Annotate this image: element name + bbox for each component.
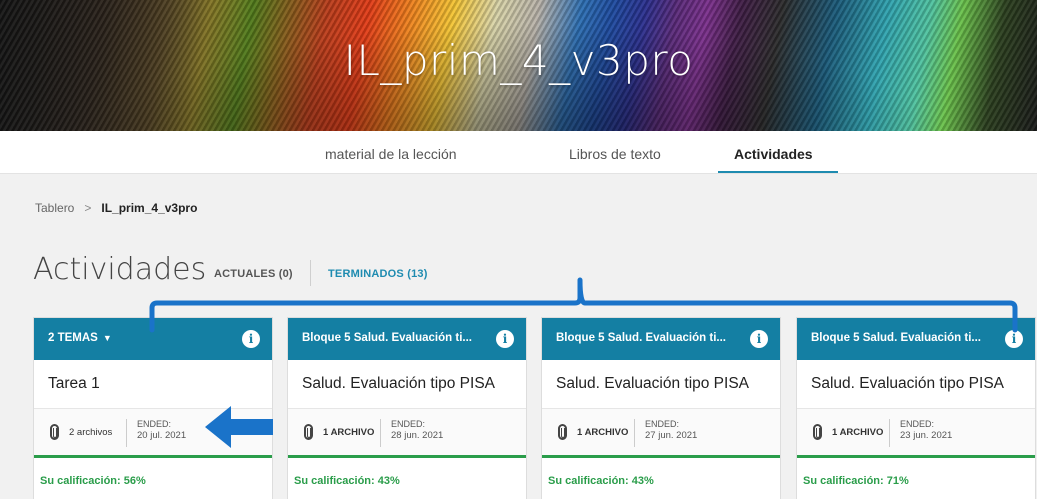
- meta-divider: [634, 419, 635, 447]
- grade-bar: [797, 455, 1035, 458]
- files-count[interactable]: 1 ARCHIVO: [577, 427, 628, 438]
- card-title[interactable]: Tarea 1: [48, 375, 100, 393]
- card-header[interactable]: Bloque 5 Salud. Evaluación ti... i: [797, 318, 1035, 360]
- card-header-label: Bloque 5 Salud. Evaluación ti...: [811, 332, 981, 344]
- card-header[interactable]: 2 TEMAS ▼ i: [34, 318, 272, 360]
- ended-label: ENDED:: [645, 419, 680, 429]
- grade-bar: [288, 455, 526, 458]
- ended-label: ENDED:: [137, 419, 172, 429]
- info-icon[interactable]: i: [1005, 330, 1023, 348]
- files-count[interactable]: 2 archivos: [69, 427, 112, 438]
- ended-date: 28 jun. 2021: [391, 430, 444, 441]
- paperclip-icon: [558, 424, 567, 440]
- main-content: Tablero > IL_prim_4_v3pro Actividades ACTU…: [0, 174, 1037, 499]
- tab-activities[interactable]: Actividades: [734, 146, 813, 162]
- grade-text: Su calificación: 43%: [548, 475, 654, 487]
- activity-card[interactable]: Bloque 5 Salud. Evaluación ti... i Salud…: [796, 317, 1036, 499]
- grade-bar: [542, 455, 780, 458]
- card-meta: 1 ARCHIVO ENDED: 27 jun. 2021: [542, 408, 780, 455]
- card-header[interactable]: Bloque 5 Salud. Evaluación ti... i: [542, 318, 780, 360]
- grade-text: Su calificación: 56%: [40, 475, 146, 487]
- ended-date: 20 jul. 2021: [137, 430, 187, 441]
- paperclip-icon: [304, 424, 313, 440]
- activity-card[interactable]: Bloque 5 Salud. Evaluación ti... i Salud…: [287, 317, 527, 499]
- breadcrumb-separator: >: [84, 201, 92, 215]
- filter-divider: [310, 260, 311, 286]
- card-header-label: Bloque 5 Salud. Evaluación ti...: [302, 332, 472, 344]
- card-title[interactable]: Salud. Evaluación tipo PISA: [811, 375, 1004, 393]
- files-count[interactable]: 1 ARCHIVO: [832, 427, 883, 438]
- breadcrumb-current: IL_prim_4_v3pro: [101, 201, 198, 215]
- paperclip-icon: [813, 424, 822, 440]
- ended-date: 27 jun. 2021: [645, 430, 698, 441]
- card-title[interactable]: Salud. Evaluación tipo PISA: [556, 375, 749, 393]
- paperclip-icon: [50, 424, 59, 440]
- course-banner: IL_prim_4_v3pro: [0, 0, 1037, 131]
- ended-date: 23 jun. 2021: [900, 430, 953, 441]
- card-header-label: Bloque 5 Salud. Evaluación ti...: [556, 332, 726, 344]
- page-title: Actividades: [33, 252, 207, 287]
- ended-label: ENDED:: [391, 419, 426, 429]
- breadcrumb-dashboard-link[interactable]: Tablero: [35, 201, 74, 215]
- card-header[interactable]: Bloque 5 Salud. Evaluación ti... i: [288, 318, 526, 360]
- filter-finished[interactable]: TERMINADOS (13): [328, 268, 428, 280]
- grade-text: Su calificación: 43%: [294, 475, 400, 487]
- meta-divider: [380, 419, 381, 447]
- card-header-label: 2 TEMAS: [48, 332, 98, 344]
- chevron-down-icon: ▼: [102, 333, 112, 343]
- annotation-arrow-icon: [205, 406, 273, 448]
- info-icon[interactable]: i: [750, 330, 768, 348]
- breadcrumb: Tablero > IL_prim_4_v3pro: [35, 201, 197, 215]
- activity-card[interactable]: Bloque 5 Salud. Evaluación ti... i Salud…: [541, 317, 781, 499]
- course-tabs: material de la lección Libros de texto A…: [0, 131, 1037, 174]
- tab-lesson-material[interactable]: material de la lección: [325, 146, 457, 162]
- info-icon[interactable]: i: [496, 330, 514, 348]
- filter-current[interactable]: ACTUALES (0): [214, 268, 293, 280]
- meta-divider: [126, 419, 127, 447]
- tab-textbooks[interactable]: Libros de texto: [569, 146, 661, 162]
- topics-dropdown[interactable]: 2 TEMAS ▼: [48, 332, 112, 344]
- ended-label: ENDED:: [900, 419, 935, 429]
- grade-text: Su calificación: 71%: [803, 475, 909, 487]
- card-meta: 1 ARCHIVO ENDED: 28 jun. 2021: [288, 408, 526, 455]
- card-title[interactable]: Salud. Evaluación tipo PISA: [302, 375, 495, 393]
- info-icon[interactable]: i: [242, 330, 260, 348]
- files-count[interactable]: 1 ARCHIVO: [323, 427, 374, 438]
- meta-divider: [889, 419, 890, 447]
- course-title: IL_prim_4_v3pro: [343, 36, 694, 85]
- grade-bar: [34, 455, 272, 458]
- card-meta: 1 ARCHIVO ENDED: 23 jun. 2021: [797, 408, 1035, 455]
